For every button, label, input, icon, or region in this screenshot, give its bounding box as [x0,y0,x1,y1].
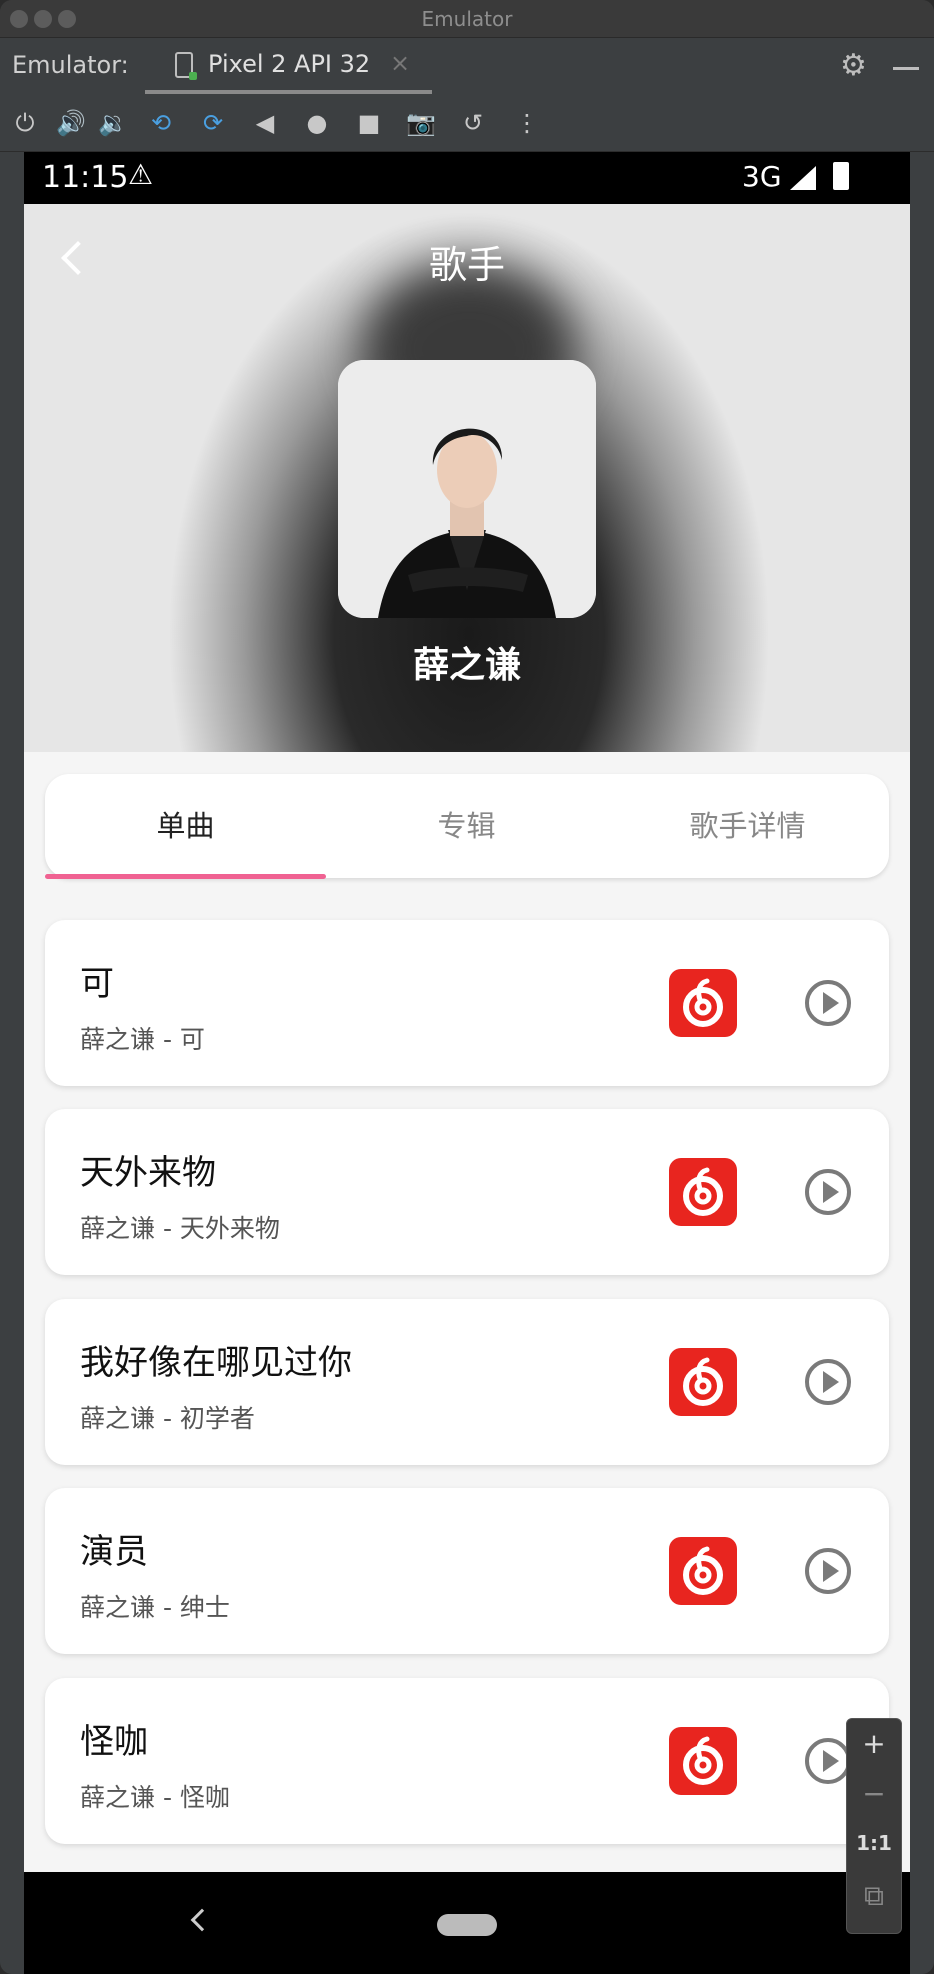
song-subtitle: 薛之谦 - 怪咖 [80,1783,230,1812]
zoom-out-button[interactable]: − [847,1777,901,1810]
artist-avatar [338,360,596,618]
song-card[interactable]: 演员 薛之谦 - 绅士 [45,1488,889,1654]
more-icon[interactable]: ⋮ [512,108,542,138]
tab-albums[interactable]: 专辑 [326,774,607,878]
overview-icon[interactable]: ■ [354,108,384,138]
song-card[interactable]: 天外来物 薛之谦 - 天外来物 [45,1109,889,1275]
netease-music-icon[interactable] [669,1537,737,1605]
emulator-label: Emulator: [12,51,129,79]
netease-music-icon[interactable] [669,1727,737,1795]
signal-icon [790,166,816,190]
status-bar: 11:15 ⚠ 3G [24,152,910,204]
song-subtitle: 薛之谦 - 初学者 [80,1404,255,1433]
song-title: 可 [80,964,114,1004]
android-nav-bar [24,1872,910,1974]
page-title: 歌手 [428,243,505,287]
window-title: Emulator [421,7,513,31]
device-screen: 11:15 ⚠ 3G 歌手 薛之谦 单曲 专辑 歌手详情 可 薛之谦 - 可 天… [24,152,910,1974]
volume-up-icon[interactable]: 🔊 [56,108,86,138]
play-icon[interactable] [805,980,851,1026]
power-icon[interactable]: ⏻ [10,108,40,138]
song-title: 我好像在哪见过你 [80,1343,352,1383]
fit-screen-icon[interactable]: ⧉ [847,1879,901,1913]
netease-music-icon[interactable] [669,969,737,1037]
tab-singles[interactable]: 单曲 [45,774,326,878]
nav-back-icon[interactable] [190,1908,214,1932]
emulator-toolbar: ⏻ 🔊 🔉 ⟲ ⟳ ◀ ● ■ 📷 ↺ ⋮ [0,96,934,152]
song-card[interactable]: 可 薛之谦 - 可 [45,920,889,1086]
close-tab-icon[interactable]: × [390,49,410,77]
artist-header: 歌手 薛之谦 [24,204,910,752]
song-card[interactable]: 我好像在哪见过你 薛之谦 - 初学者 [45,1299,889,1465]
rotate-right-icon[interactable]: ⟳ [198,108,228,138]
netease-music-icon[interactable] [669,1158,737,1226]
play-icon[interactable] [805,1359,851,1405]
song-subtitle: 薛之谦 - 可 [80,1025,205,1054]
title-bar: Emulator [0,0,934,38]
minimize-panel-icon[interactable] [893,67,919,70]
netease-music-icon[interactable] [669,1348,737,1416]
artist-name: 薛之谦 [412,645,521,686]
battery-icon [833,162,849,190]
emulator-tab-bar: Emulator: Pixel 2 API 32 × ⚙ [0,38,934,96]
rotate-left-icon[interactable]: ⟲ [146,108,176,138]
content-area: 单曲 专辑 歌手详情 可 薛之谦 - 可 天外来物 薛之谦 - 天外来物 我好像… [24,752,910,1872]
song-title: 天外来物 [80,1153,216,1193]
tab-pixel-2-api-32[interactable]: Pixel 2 API 32 × [145,38,432,94]
snapshot-icon[interactable]: ↺ [458,108,488,138]
play-icon[interactable] [805,1738,851,1784]
song-card[interactable]: 怪咖 薛之谦 - 怪咖 [45,1678,889,1844]
zoom-one-to-one-button[interactable]: 1:1 [847,1831,901,1855]
tab-artist-details[interactable]: 歌手详情 [607,774,888,878]
network-type: 3G [742,160,782,193]
song-title: 怪咖 [80,1722,148,1762]
song-title: 演员 [80,1532,148,1572]
active-tab-indicator [45,874,326,879]
camera-icon[interactable]: 📷 [406,108,436,138]
warning-icon: ⚠ [128,158,154,191]
song-subtitle: 薛之谦 - 天外来物 [80,1214,280,1243]
status-time: 11:15 [42,160,129,195]
song-subtitle: 薛之谦 - 绅士 [80,1593,230,1622]
zoom-controls: + − 1:1 ⧉ [846,1718,902,1934]
play-icon[interactable] [805,1169,851,1215]
gear-icon[interactable]: ⚙ [840,48,867,83]
home-icon[interactable]: ● [302,108,332,138]
tab-bar: 单曲 专辑 歌手详情 [45,774,889,878]
emulator-window: Emulator Emulator: Pixel 2 API 32 × ⚙ ⏻ … [0,0,934,1974]
zoom-in-button[interactable]: + [847,1727,901,1760]
volume-down-icon[interactable]: 🔉 [98,108,128,138]
device-running-indicator [189,72,197,80]
play-icon[interactable] [805,1548,851,1594]
tab-label: Pixel 2 API 32 [208,50,371,78]
back-icon[interactable]: ◀ [250,108,280,138]
nav-home-pill[interactable] [437,1914,497,1936]
